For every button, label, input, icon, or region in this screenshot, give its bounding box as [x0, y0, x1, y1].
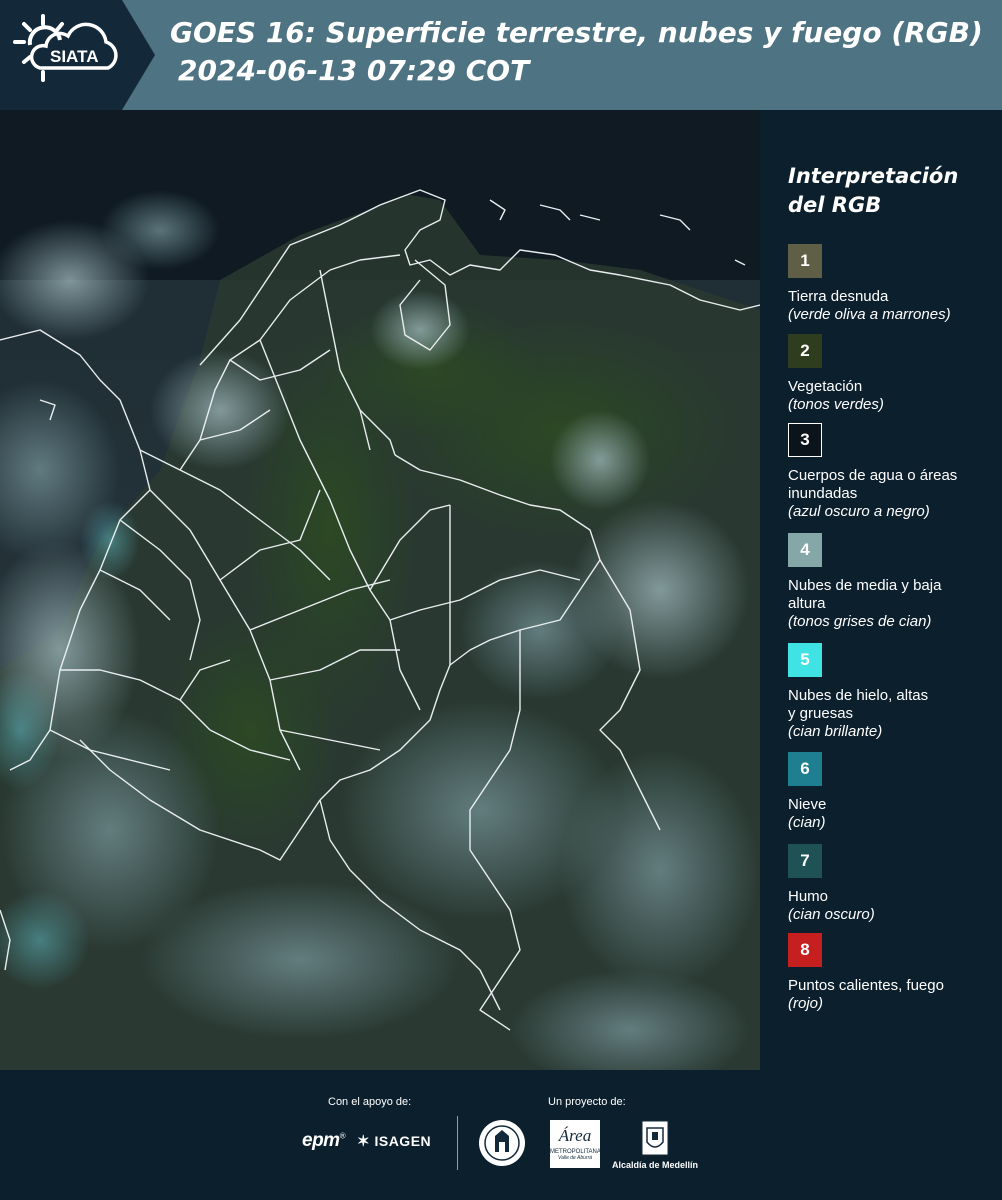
legend-swatch: 2: [788, 334, 822, 368]
legend-swatch: 6: [788, 752, 822, 786]
legend-swatch: 5: [788, 643, 822, 677]
alcaldia-shield-icon: [641, 1120, 669, 1161]
project-label: Un proyecto de:: [548, 1096, 626, 1108]
legend-item-7: 7 Humo (cian oscuro): [788, 844, 998, 924]
area-logo-sub2: Valle de Aburrá: [557, 1155, 593, 1161]
satellite-map: [0, 110, 760, 1070]
legend-item-label: Puntos calientes, fuego: [788, 977, 944, 994]
legend-item-6: 6 Nieve (cian): [788, 752, 998, 832]
legend-item-label: Humo: [788, 888, 829, 905]
legend-item-1: 1 Tierra desnuda (verde oliva a marrones…: [788, 244, 998, 324]
siata-logo: SIATA: [0, 0, 155, 110]
legend-swatch: 1: [788, 244, 822, 278]
page-title: GOES 16: Superficie terrestre, nubes y f…: [170, 16, 983, 49]
legend-item-label: Nubes de media y baja altura: [788, 577, 942, 612]
medellin-seal-icon: [477, 1118, 527, 1173]
legend-item-note: (azul oscuro a negro): [788, 503, 930, 520]
legend-item-4: 4 Nubes de media y baja altura (tonos gr…: [788, 533, 998, 631]
legend-item-label: Nubes de hielo, altas y gruesas: [788, 687, 929, 722]
epm-logo-text: epm: [302, 1130, 340, 1151]
alcaldia-label: Alcaldía de Medellín: [612, 1160, 699, 1170]
title-block: GOES 16: Superficie terrestre, nubes y f…: [170, 14, 1000, 90]
legend-item-label: Nieve: [788, 796, 827, 813]
isagen-logo-text: ISAGEN: [374, 1133, 432, 1149]
legend-item-3: 3 Cuerpos de agua o áreas inundadas (azu…: [788, 423, 998, 521]
legend-item-note: (tonos verdes): [788, 396, 884, 413]
legend-swatch: 4: [788, 533, 822, 567]
epm-logo: epm®: [302, 1130, 346, 1151]
isagen-logo: ✶ ISAGEN: [357, 1132, 431, 1150]
area-logo-name: Área: [558, 1126, 592, 1145]
footer-divider: [457, 1116, 458, 1170]
legend-item-5: 5 Nubes de hielo, altas y gruesas (cian …: [788, 643, 998, 741]
support-label: Con el apoyo de:: [328, 1096, 412, 1108]
siata-logo-text: SIATA: [50, 47, 98, 66]
legend-swatch: 7: [788, 844, 822, 878]
legend-item-label: Cuerpos de agua o áreas inundadas: [788, 467, 958, 502]
legend-item-8: 8 Puntos calientes, fuego (rojo): [788, 933, 998, 1013]
legend-item-note: (tonos grises de cian): [788, 613, 932, 630]
rgb-legend: Interpretación del RGB 1 Tierra desnuda …: [762, 110, 1002, 1070]
header: SIATA GOES 16: Superficie terrestre, nub…: [0, 0, 1002, 110]
legend-title-line2: del RGB: [788, 193, 882, 217]
legend-title-line1: Interpretación: [788, 164, 959, 188]
legend-swatch: 3: [788, 423, 822, 457]
page-timestamp: 2024-06-13 07:29 COT: [178, 54, 530, 87]
legend-item-note: (verde oliva a marrones): [788, 306, 951, 323]
legend-swatch: 8: [788, 933, 822, 967]
legend-item-note: (cian oscuro): [788, 906, 875, 923]
satellite-map-image: [0, 110, 760, 1070]
isagen-star-icon: ✶: [357, 1133, 371, 1150]
legend-title: Interpretación del RGB: [788, 162, 958, 220]
legend-item-label: Vegetación: [788, 378, 863, 395]
footer: Con el apoyo de: Un proyecto de: epm® ✶ …: [0, 1070, 1002, 1200]
legend-item-label: Tierra desnuda: [788, 288, 889, 305]
legend-item-note: (cian): [788, 814, 826, 831]
legend-item-note: (rojo): [788, 995, 824, 1012]
legend-item-2: 2 Vegetación (tonos verdes): [788, 334, 998, 414]
area-metropolitana-logo: Área METROPOLITANA Valle de Aburrá: [550, 1120, 601, 1168]
legend-item-note: (cian brillante): [788, 723, 883, 740]
